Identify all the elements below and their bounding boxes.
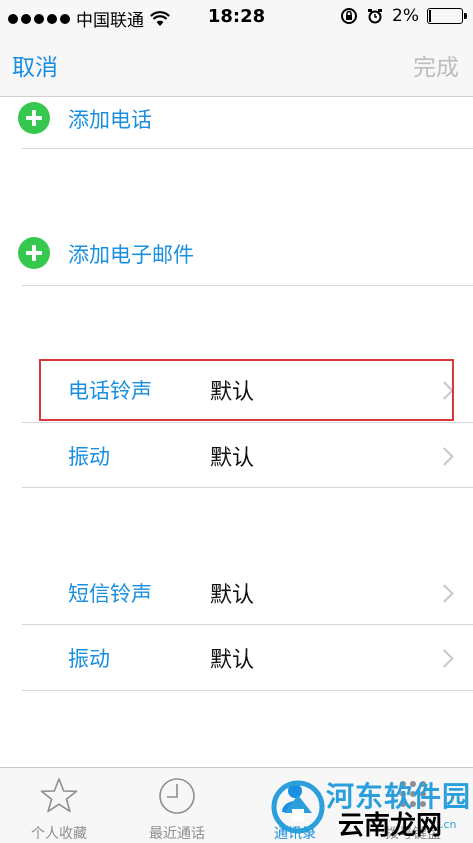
divider: [22, 285, 473, 286]
status-bar: 中国联通 18:28 2%: [0, 0, 473, 34]
watermark: 河东软件园 云南龙网 .cn: [270, 773, 473, 842]
vibration-label: 振动: [68, 445, 110, 469]
text-tone-value: 默认: [210, 583, 255, 608]
text-tone-label: 短信铃声: [68, 582, 152, 606]
watermark-url: .cn: [440, 818, 457, 831]
tab-label: 最近通话: [149, 826, 205, 842]
add-email-label: 添加电子邮件: [68, 243, 194, 267]
vibration-label: 振动: [68, 647, 110, 671]
rotation-lock-icon: [341, 8, 358, 24]
tab-favorites[interactable]: 个人收藏: [0, 768, 118, 843]
done-button[interactable]: 完成: [413, 48, 459, 82]
text-tone-row[interactable]: 短信铃声 默认: [0, 560, 473, 624]
add-phone-row[interactable]: 添加电话: [0, 97, 473, 149]
tab-label: 个人收藏: [31, 826, 87, 842]
chevron-right-icon: [435, 584, 454, 603]
chevron-right-icon: [435, 649, 454, 668]
status-right: 2%: [340, 6, 467, 26]
ringtone-vibration-row[interactable]: 振动 默认: [0, 423, 473, 487]
text-vibration-row[interactable]: 振动 默认: [0, 625, 473, 689]
divider: [22, 690, 473, 691]
battery-percent: 2%: [392, 6, 419, 26]
divider: [22, 148, 473, 149]
divider: [22, 487, 473, 488]
watermark-logo-icon: [271, 780, 325, 834]
add-email-row[interactable]: 添加电子邮件: [0, 232, 473, 284]
contact-edit-form: 添加电话 添加电子邮件 电话铃声 默认 振动 默认 短信铃声 默认 振动 默认: [0, 97, 473, 767]
star-icon: [40, 778, 78, 813]
chevron-right-icon: [435, 447, 454, 466]
alarm-icon: [368, 9, 383, 24]
add-icon[interactable]: [18, 102, 50, 134]
add-phone-label: 添加电话: [68, 108, 152, 132]
navigation-bar: 取消 完成: [0, 34, 473, 97]
clock-icon: [159, 778, 195, 814]
watermark-subtext: 云南龙网: [338, 811, 443, 841]
battery-icon: [427, 8, 467, 24]
vibration-value: 默认: [210, 446, 255, 471]
cancel-button[interactable]: 取消: [12, 48, 58, 82]
vibration-value: 默认: [210, 648, 255, 673]
add-icon[interactable]: [18, 237, 50, 269]
highlight-box: [39, 359, 454, 421]
tab-recents[interactable]: 最近通话: [118, 768, 236, 843]
